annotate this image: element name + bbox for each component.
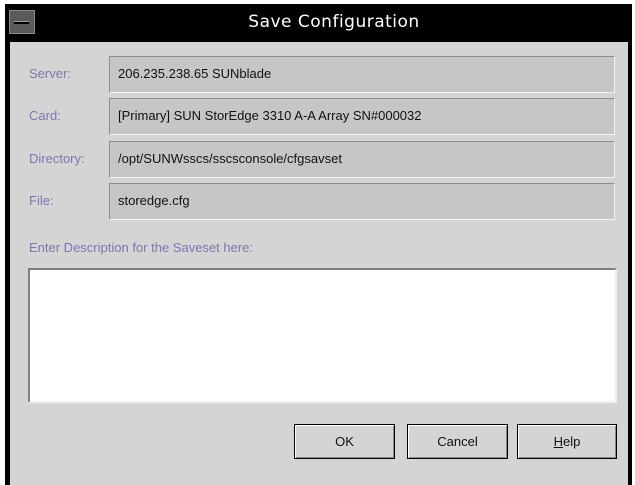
- title-bar[interactable]: Save Configuration: [5, 4, 632, 40]
- help-label-rest: elp: [563, 434, 581, 449]
- save-configuration-dialog: Save Configuration Server: 206.235.238.6…: [5, 4, 632, 485]
- cancel-button[interactable]: Cancel: [407, 424, 508, 459]
- card-label: Card:: [29, 108, 61, 123]
- directory-field: /opt/SUNWsscs/sscsconsole/cfgsavset: [109, 141, 615, 178]
- description-label: Enter Description for the Saveset here:: [29, 240, 254, 255]
- directory-label: Directory:: [29, 151, 85, 166]
- description-textarea[interactable]: [28, 268, 617, 403]
- dialog-body: Server: 206.235.238.65 SUNblade Card: [P…: [10, 42, 628, 485]
- window-title: Save Configuration: [248, 12, 420, 32]
- ok-button[interactable]: OK: [294, 424, 395, 459]
- window-menu-button[interactable]: [9, 10, 35, 34]
- help-mnemonic: H: [553, 434, 564, 449]
- file-field: storedge.cfg: [109, 183, 615, 220]
- server-label: Server:: [29, 66, 71, 81]
- card-field: [Primary] SUN StorEdge 3310 A-A Array SN…: [109, 98, 615, 135]
- server-field: 206.235.238.65 SUNblade: [109, 56, 615, 93]
- window-menu-icon: [14, 21, 29, 24]
- help-button[interactable]: Help: [517, 424, 617, 459]
- file-label: File:: [29, 193, 54, 208]
